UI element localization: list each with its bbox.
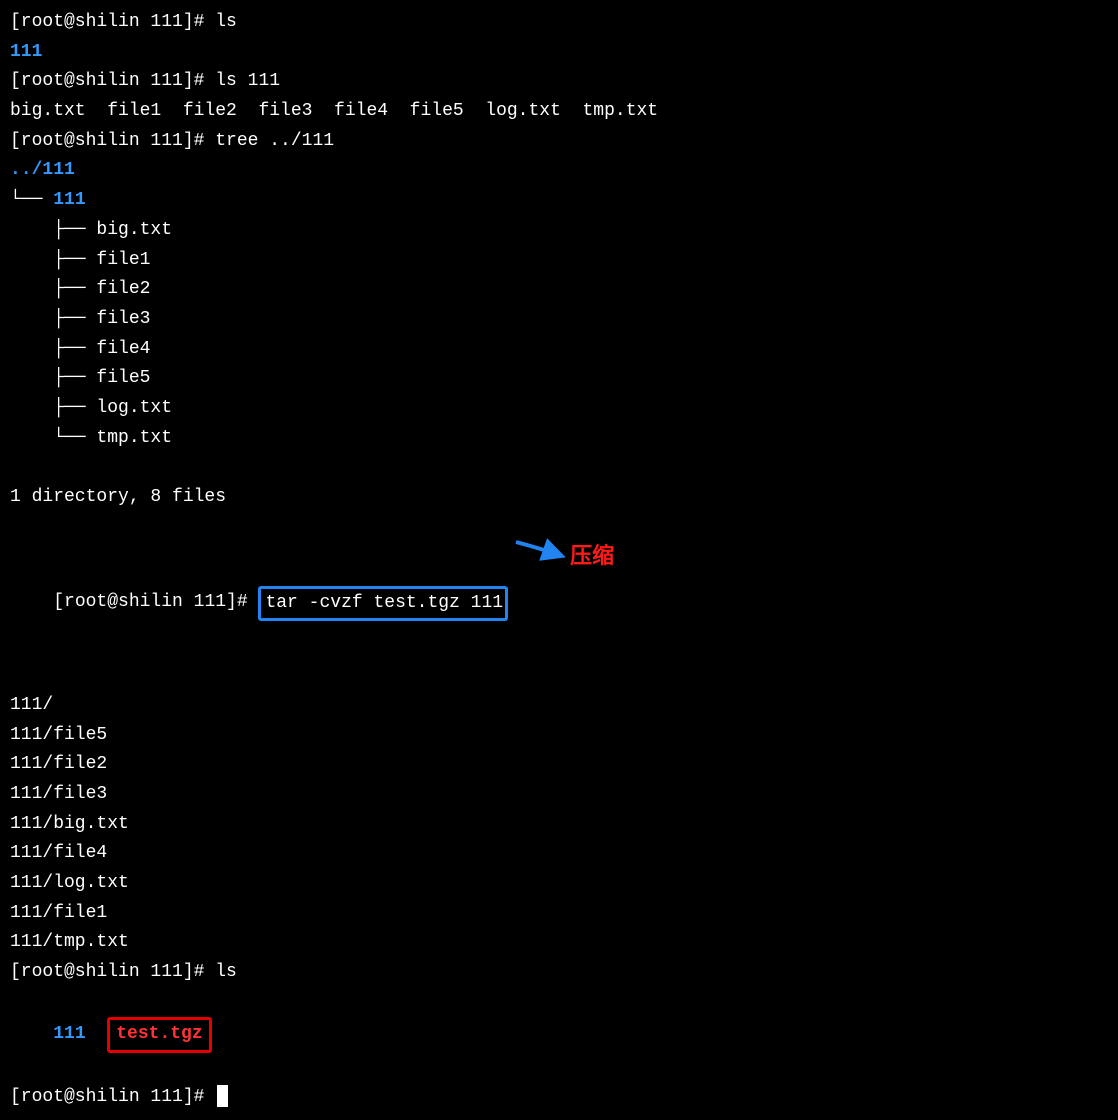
cursor[interactable] [217,1085,228,1107]
prompt: [root@shilin 111]# [10,131,215,151]
dir-name: 111 [10,42,42,62]
tree-summary: 1 directory, 8 files [10,483,1108,513]
terminal-output: [root@shilin 111]# ls 111 [root@shilin 1… [10,8,1108,1112]
annotation-arrow: 压缩 [508,542,573,661]
tree-file: ├── file1 [10,246,1108,276]
tree-file: ├── big.txt [10,216,1108,246]
tar-output-line: 111/tmp.txt [10,928,1108,958]
tar-output-line: 111/file3 [10,780,1108,810]
tree-file: ├── file4 [10,335,1108,365]
tree-file: ├── file2 [10,275,1108,305]
prompt: [root@shilin 111]# [10,962,215,982]
tar-output-line: 111/file2 [10,750,1108,780]
ls-output-files: big.txt file1 file2 file3 file4 file5 lo… [10,97,1108,127]
prompt: [root@shilin 111]# [10,1087,215,1107]
tar-output-line: 111/big.txt [10,810,1108,840]
annotation-label: 压缩 [570,538,614,574]
tree-file: ├── log.txt [10,394,1108,424]
tree-file: ├── file5 [10,364,1108,394]
tar-output-line: 111/file1 [10,899,1108,929]
tree-branch: └── [10,190,53,210]
tar-output-line: 111/file5 [10,721,1108,751]
dir-name: 111 [53,1024,85,1044]
command-tree: tree ../111 [215,131,334,151]
tar-output-line: 111/ [10,691,1108,721]
prompt: [root@shilin 111]# [10,71,215,91]
tar-output-line: 111/log.txt [10,869,1108,899]
command-ls-arg: ls 111 [215,71,280,91]
command-ls: ls [215,962,237,982]
command-ls: ls [215,12,237,32]
tar-output-line: 111/file4 [10,839,1108,869]
tree-file: └── tmp.txt [10,424,1108,454]
file-highlighted: test.tgz [107,1017,211,1053]
tree-root: ../111 [10,156,1108,186]
prompt: [root@shilin 111]# [10,12,215,32]
tree-file: ├── file3 [10,305,1108,335]
prompt: [root@shilin 111]# [53,593,258,613]
tree-dir: 111 [53,190,85,210]
command-tar-highlighted: tar -cvzf test.tgz 111 [258,586,508,622]
